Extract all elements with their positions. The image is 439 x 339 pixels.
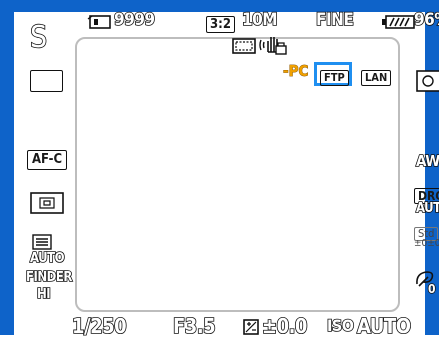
focus-mode-badge: AF-C xyxy=(27,148,68,170)
dro-bottom: AUTO xyxy=(415,200,439,217)
card-icon xyxy=(86,14,116,34)
face-detect-icon xyxy=(416,70,439,96)
steadyshot-icon xyxy=(258,34,288,60)
shutter-speed: 1/250 xyxy=(71,313,127,339)
battery-level: 96% xyxy=(413,9,439,31)
lan-indicator: LAN xyxy=(361,66,392,86)
focus-area-mode-icon xyxy=(30,192,64,218)
quality: FINE xyxy=(315,9,355,31)
battery-icon xyxy=(382,14,416,34)
style-bottom: ±0±0 xyxy=(414,238,439,249)
picture-effect-icon xyxy=(414,268,439,294)
aspect-ratio-text: 3:2 xyxy=(206,16,235,33)
image-size: 10M xyxy=(241,9,278,31)
focus-mode: AF-C xyxy=(27,150,68,170)
finder-value: HI xyxy=(36,286,51,303)
shooting-mode: S xyxy=(29,19,48,56)
white-balance: AWB xyxy=(415,151,439,171)
metering-auto: AUTO xyxy=(29,250,65,267)
drive-mode-icon xyxy=(231,37,257,59)
focus-area-icon xyxy=(30,70,63,92)
lan-label: LAN xyxy=(361,70,392,86)
finder-label: FINDER xyxy=(25,270,73,285)
iso-value: AUTO xyxy=(356,313,412,339)
aperture: F3.5 xyxy=(172,313,216,339)
iso-label: ISO xyxy=(326,315,355,336)
shots-remaining: 9999 xyxy=(113,9,156,31)
exposure-comp-icon xyxy=(243,319,259,339)
aspect-ratio-badge: 3:2 xyxy=(206,13,235,33)
pc-remote-indicator: -PC xyxy=(283,62,309,81)
picture-effect-value: 0 xyxy=(427,281,436,297)
ftp-label: FTP xyxy=(320,70,349,86)
exposure-compensation: ±0.0 xyxy=(261,313,308,339)
ftp-indicator: FTP xyxy=(320,66,349,86)
